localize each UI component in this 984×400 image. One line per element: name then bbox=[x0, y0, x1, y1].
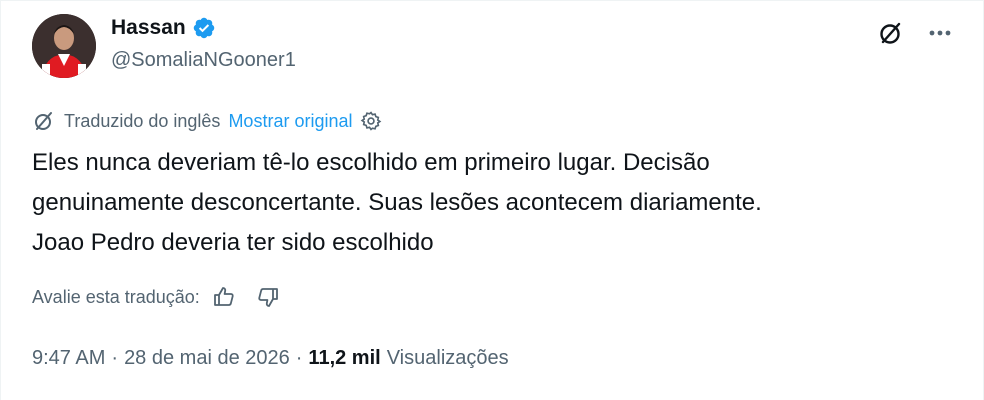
grok-icon[interactable] bbox=[877, 19, 905, 47]
tweet-card: Hassan @SomaliaNGooner1 Traduzido do ing… bbox=[0, 0, 984, 400]
tweet-text-line: Joao Pedro deveria ter sido escolhido bbox=[32, 229, 434, 256]
author-name-row: Hassan bbox=[111, 16, 216, 40]
tweet-top-actions bbox=[877, 19, 953, 47]
meta-separator: · bbox=[295, 347, 303, 369]
translated-from-label: Traduzido do inglês bbox=[64, 110, 221, 131]
translation-row: Traduzido do inglês Mostrar original bbox=[32, 109, 382, 133]
avatar-image bbox=[32, 14, 96, 78]
views-label: Visualizações bbox=[386, 347, 509, 369]
tweet-time[interactable]: 9:47 AM bbox=[32, 347, 105, 370]
author-handle[interactable]: @SomaliaNGooner1 bbox=[111, 49, 296, 72]
show-original-link[interactable]: Mostrar original bbox=[228, 111, 352, 132]
avatar[interactable] bbox=[32, 14, 96, 78]
verified-badge-icon[interactable] bbox=[192, 16, 216, 40]
gear-icon[interactable] bbox=[360, 110, 382, 132]
thumbs-down-icon[interactable] bbox=[256, 285, 280, 309]
thumbs-up-icon[interactable] bbox=[212, 285, 236, 309]
rating-buttons bbox=[212, 285, 280, 309]
tweet-meta: 9:47 AM · 28 de mai de 2026 · 11,2 mil V… bbox=[32, 347, 509, 370]
tweet-text-line: Eles nunca deveriam tê-lo escolhido em p… bbox=[32, 149, 710, 176]
tweet-text-line: genuinamente desconcertante. Suas lesões… bbox=[32, 189, 762, 216]
tweet-text: Eles nunca deveriam tê-lo escolhido em p… bbox=[32, 143, 952, 263]
meta-separator: · bbox=[111, 347, 119, 369]
display-name[interactable]: Hassan bbox=[111, 16, 186, 40]
more-icon[interactable] bbox=[927, 20, 953, 46]
rate-translation-label: Avalie esta tradução: bbox=[32, 286, 200, 307]
views-count[interactable]: 11,2 mil bbox=[308, 347, 380, 370]
tweet-date[interactable]: 28 de mai de 2026 bbox=[124, 347, 290, 370]
rate-translation-row: Avalie esta tradução: bbox=[32, 285, 280, 309]
translate-icon bbox=[32, 109, 56, 133]
